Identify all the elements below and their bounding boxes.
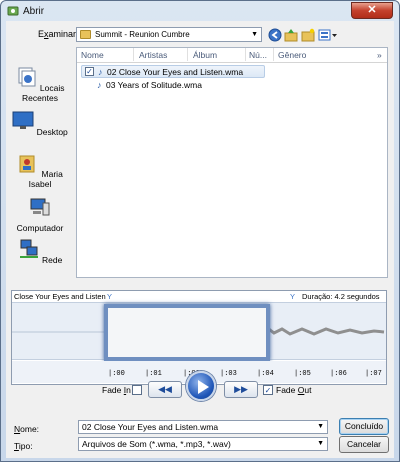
music-file-icon: ♪ [97, 80, 102, 90]
open-button[interactable]: Concluído [339, 418, 389, 435]
desktop-icon [12, 111, 34, 129]
dialog-client: Examinar: Summit - Reunion Cumbre ▼ Loca… [6, 21, 394, 458]
type-label: Tipo: [14, 441, 33, 451]
new-folder-icon[interactable] [301, 28, 315, 42]
name-label: Nome: [14, 424, 40, 434]
duration-label: Duração: 4.2 segundos [302, 292, 380, 301]
app-icon [7, 6, 19, 16]
end-marker-icon[interactable]: Y [290, 292, 295, 301]
chevron-down-icon: ▼ [251, 31, 258, 38]
trim-selection[interactable] [104, 304, 270, 361]
user-folder-icon [19, 155, 35, 173]
file-checkbox[interactable]: ✓ [85, 67, 94, 76]
window-title: Abrir [23, 6, 45, 17]
places-bar: Locais Recentes Desktop Maria Isabel Com… [6, 47, 74, 278]
column-artists[interactable]: Artistas [139, 50, 167, 60]
lookin-value: Summit - Reunion Cumbre [95, 30, 190, 39]
column-name[interactable]: Nome [81, 50, 104, 60]
place-recent[interactable]: Locais Recentes [6, 67, 74, 103]
folder-icon [80, 30, 91, 39]
file-type-select[interactable]: Arquivos de Som (*.wma, *.mp3, *.wav) ▼ [78, 437, 328, 451]
fade-out-checkbox[interactable]: ✓ [263, 385, 273, 395]
fade-in-label: Fade In [102, 385, 131, 395]
fade-out-label: Fade Out [276, 385, 312, 395]
waveform-area[interactable] [12, 302, 386, 361]
place-user[interactable]: Maria Isabel [6, 153, 74, 189]
place-network[interactable]: Rede [6, 239, 74, 265]
start-marker-icon[interactable]: Y [107, 292, 112, 301]
place-computer[interactable]: Computador [6, 197, 74, 233]
title-bar: Abrir ✕ [1, 1, 399, 21]
cancel-button[interactable]: Cancelar [339, 436, 389, 453]
close-button[interactable]: ✕ [351, 2, 393, 19]
column-headers: Nome Artistas Álbum Nú... Gênero » [77, 48, 387, 63]
forward-button[interactable]: ▶▶ [224, 381, 258, 398]
column-album[interactable]: Álbum [193, 50, 217, 60]
chevron-down-icon[interactable]: ▼ [317, 440, 324, 447]
file-row[interactable]: ✓ ♪ 02 Close Your Eyes and Listen.wma [81, 65, 265, 78]
network-icon [19, 239, 38, 258]
recent-places-icon [18, 67, 36, 87]
lookin-label: Examinar: [38, 29, 79, 39]
file-list[interactable]: Nome Artistas Álbum Nú... Gênero » ✓ ♪ 0… [76, 47, 388, 278]
track-name: Close Your Eyes and Listen [14, 292, 106, 301]
column-genre[interactable]: Gênero [278, 50, 306, 60]
open-dialog: Abrir ✕ Examinar: Summit - Reunion Cumbr… [0, 0, 400, 462]
rewind-button[interactable]: ◀◀ [148, 381, 182, 398]
file-row[interactable]: ♪ 03 Years of Solitude.wma [81, 79, 265, 92]
filename-input[interactable]: 02 Close Your Eyes and Listen.wma ▼ [78, 420, 328, 434]
play-button[interactable] [186, 371, 216, 401]
up-folder-icon[interactable] [284, 28, 298, 42]
back-icon[interactable] [268, 28, 282, 42]
chevron-down-icon[interactable]: ▼ [317, 423, 324, 430]
computer-icon [30, 198, 50, 216]
play-icon [198, 380, 209, 394]
more-columns[interactable]: » [377, 50, 382, 60]
lookin-dropdown[interactable]: Summit - Reunion Cumbre ▼ [76, 27, 262, 42]
column-number[interactable]: Nú... [249, 50, 267, 60]
place-desktop[interactable]: Desktop [6, 111, 74, 137]
fade-in-checkbox[interactable] [132, 385, 142, 395]
music-file-icon: ♪ [98, 67, 103, 77]
views-icon[interactable] [318, 28, 338, 42]
